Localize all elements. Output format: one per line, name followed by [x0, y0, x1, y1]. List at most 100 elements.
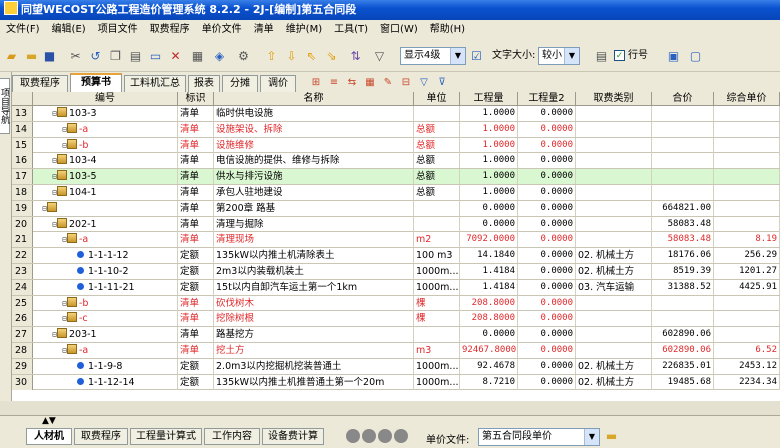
- cell-qty2[interactable]: 0.0000: [518, 232, 576, 248]
- cell-name[interactable]: 承包人驻地建设: [214, 185, 414, 200]
- bottom-tab-equipment-fee[interactable]: 设备费计算: [262, 428, 324, 445]
- table-row[interactable]: 27 ⊟ 203-1 清单 路基挖方 0.0000 0.0000 602890.06: [12, 327, 780, 343]
- apply-level-icon[interactable]: ☑: [469, 49, 484, 64]
- cell-code[interactable]: ⊟ -c: [33, 311, 178, 327]
- cell-unit-price[interactable]: [714, 311, 780, 327]
- cell-qty2[interactable]: 0.0000: [518, 343, 576, 358]
- move-down-icon[interactable]: ⇩: [284, 49, 299, 64]
- cell-unit[interactable]: 1000m...: [414, 264, 460, 279]
- tree-toggle-icon[interactable]: ⊟: [35, 296, 67, 311]
- tree-toggle-icon[interactable]: ⊟: [35, 201, 47, 216]
- cell-fee[interactable]: 02. 机械土方: [576, 358, 652, 374]
- cell-name[interactable]: 2.0m3以内挖掘机挖装普通土: [214, 358, 414, 374]
- cell-qty2[interactable]: 0.0000: [518, 248, 576, 264]
- table-row[interactable]: 30 1-1-12-14 定额 135kW以内推土机推普通土第一个20m 1000m..…: [12, 374, 780, 391]
- cell-id[interactable]: 清单: [178, 232, 214, 248]
- cell-name[interactable]: 临时供电设施: [214, 106, 414, 121]
- line-number-checkbox[interactable]: ✓: [614, 50, 625, 61]
- cell-code[interactable]: ⊟: [33, 200, 178, 216]
- cut-icon[interactable]: ✂: [68, 49, 83, 64]
- cell-name[interactable]: 15t以内自卸汽车运土第一个1km: [214, 279, 414, 295]
- cell-qty2[interactable]: 0.0000: [518, 169, 576, 185]
- insert-icon[interactable]: ▭: [148, 49, 163, 64]
- calc-icon[interactable]: ▦: [190, 49, 205, 64]
- bottom-tab-work-content[interactable]: 工作内容: [204, 428, 260, 445]
- tree-toggle-icon[interactable]: ⊟: [35, 122, 67, 137]
- cell-qty[interactable]: 92467.8000: [460, 343, 518, 358]
- open-folder-icon[interactable]: ▬: [604, 429, 619, 444]
- copy-icon[interactable]: ❐: [108, 49, 123, 64]
- cell-fee[interactable]: [576, 137, 652, 153]
- cell-id[interactable]: 定额: [178, 248, 214, 264]
- cell-name[interactable]: 清理现场: [214, 232, 414, 248]
- cell-unit-price[interactable]: [714, 106, 780, 121]
- cell-code[interactable]: ⊟ -b: [33, 295, 178, 311]
- cell-name[interactable]: 供水与排污设施: [214, 169, 414, 185]
- header-unit-price[interactable]: 综合单价: [714, 92, 780, 105]
- cell-qty2[interactable]: 0.0000: [518, 374, 576, 390]
- grid-calc-icon[interactable]: ⊟: [400, 77, 412, 89]
- cell-name[interactable]: 2m3以内装载机装土: [214, 264, 414, 279]
- collapse-arrows-icon[interactable]: ▲▼: [42, 416, 56, 426]
- cell-unit[interactable]: 棵: [414, 295, 460, 311]
- display-level-combo[interactable]: 显示4级 ▼: [400, 47, 466, 65]
- cell-qty[interactable]: 1.0000: [460, 169, 518, 185]
- cell-code[interactable]: ⊟ 103-5: [33, 169, 178, 185]
- cell-unit[interactable]: m2: [414, 232, 460, 248]
- table-row[interactable]: 21 ⊟ -a 清单 清理现场 m2 7092.0000 0.0000 58083.48 8.19: [12, 232, 780, 249]
- tree-toggle-icon[interactable]: ⊟: [35, 311, 67, 326]
- cell-fee[interactable]: 02. 机械土方: [576, 264, 652, 279]
- cell-code[interactable]: 1-1-10-2: [33, 264, 178, 279]
- cell-qty2[interactable]: 0.0000: [518, 279, 576, 295]
- table-row[interactable]: 13 ⊟ 103-3 清单 临时供电设施 1.0000 0.0000: [12, 106, 780, 122]
- cell-qty2[interactable]: 0.0000: [518, 185, 576, 200]
- grid-table-icon[interactable]: ▦: [364, 77, 376, 89]
- splitter[interactable]: [0, 401, 780, 416]
- tree-toggle-icon[interactable]: ⊟: [35, 185, 57, 200]
- cell-name[interactable]: 路基挖方: [214, 327, 414, 343]
- grid-filter-clear-icon[interactable]: ⊽: [436, 77, 448, 89]
- header-total[interactable]: 合价: [652, 92, 714, 105]
- cell-fee[interactable]: [576, 200, 652, 216]
- tab-report[interactable]: 报表: [188, 75, 220, 92]
- cell-total[interactable]: 31388.52: [652, 279, 714, 295]
- table-row[interactable]: 18 ⊟ 104-1 清单 承包人驻地建设 总额 1.0000 0.0000: [12, 185, 780, 201]
- nav-first-icon[interactable]: [346, 429, 360, 443]
- cell-total[interactable]: 19485.68: [652, 374, 714, 390]
- cell-unit-price[interactable]: 2234.34: [714, 374, 780, 390]
- cell-unit-price[interactable]: [714, 153, 780, 169]
- cell-unit-price[interactable]: 2453.12: [714, 358, 780, 374]
- cell-qty2[interactable]: 0.0000: [518, 311, 576, 327]
- cell-code[interactable]: 1-1-9-8: [33, 358, 178, 374]
- cell-fee[interactable]: 02. 机械土方: [576, 374, 652, 390]
- table-row[interactable]: 23 1-1-10-2 定额 2m3以内装载机装土 1000m... 1.4184 0.00…: [12, 264, 780, 280]
- cell-fee[interactable]: [576, 121, 652, 137]
- cell-qty[interactable]: 1.0000: [460, 137, 518, 153]
- cell-fee[interactable]: [576, 153, 652, 169]
- cell-fee[interactable]: [576, 343, 652, 358]
- cell-unit-price[interactable]: [714, 169, 780, 185]
- cell-unit[interactable]: 100 m3: [414, 248, 460, 264]
- cell-total[interactable]: 602890.06: [652, 327, 714, 343]
- cell-qty[interactable]: 208.8000: [460, 295, 518, 311]
- cell-unit[interactable]: 总额: [414, 169, 460, 185]
- cell-qty[interactable]: 0.0000: [460, 327, 518, 343]
- cell-fee[interactable]: [576, 169, 652, 185]
- tree-toggle-icon[interactable]: ⊟: [35, 327, 57, 342]
- cell-qty2[interactable]: 0.0000: [518, 327, 576, 343]
- cell-id[interactable]: 清单: [178, 121, 214, 137]
- cell-id[interactable]: 清单: [178, 311, 214, 327]
- cell-qty2[interactable]: 0.0000: [518, 295, 576, 311]
- cell-unit[interactable]: 1000m...: [414, 358, 460, 374]
- cell-total[interactable]: [652, 311, 714, 327]
- cell-unit-price[interactable]: [714, 327, 780, 343]
- cell-qty[interactable]: 0.0000: [460, 200, 518, 216]
- menu-edit[interactable]: 编辑(E): [46, 20, 92, 40]
- table-row[interactable]: 28 ⊟ -a 清单 挖土方 m3 92467.8000 0.0000 602890.06 6.5…: [12, 343, 780, 359]
- nav-prev-icon[interactable]: [362, 429, 376, 443]
- cell-qty[interactable]: 7092.0000: [460, 232, 518, 248]
- cell-total[interactable]: 664821.00: [652, 200, 714, 216]
- cell-unit[interactable]: 1000m...: [414, 279, 460, 295]
- tree-toggle-icon[interactable]: ⊟: [35, 232, 67, 247]
- cell-id[interactable]: 清单: [178, 216, 214, 232]
